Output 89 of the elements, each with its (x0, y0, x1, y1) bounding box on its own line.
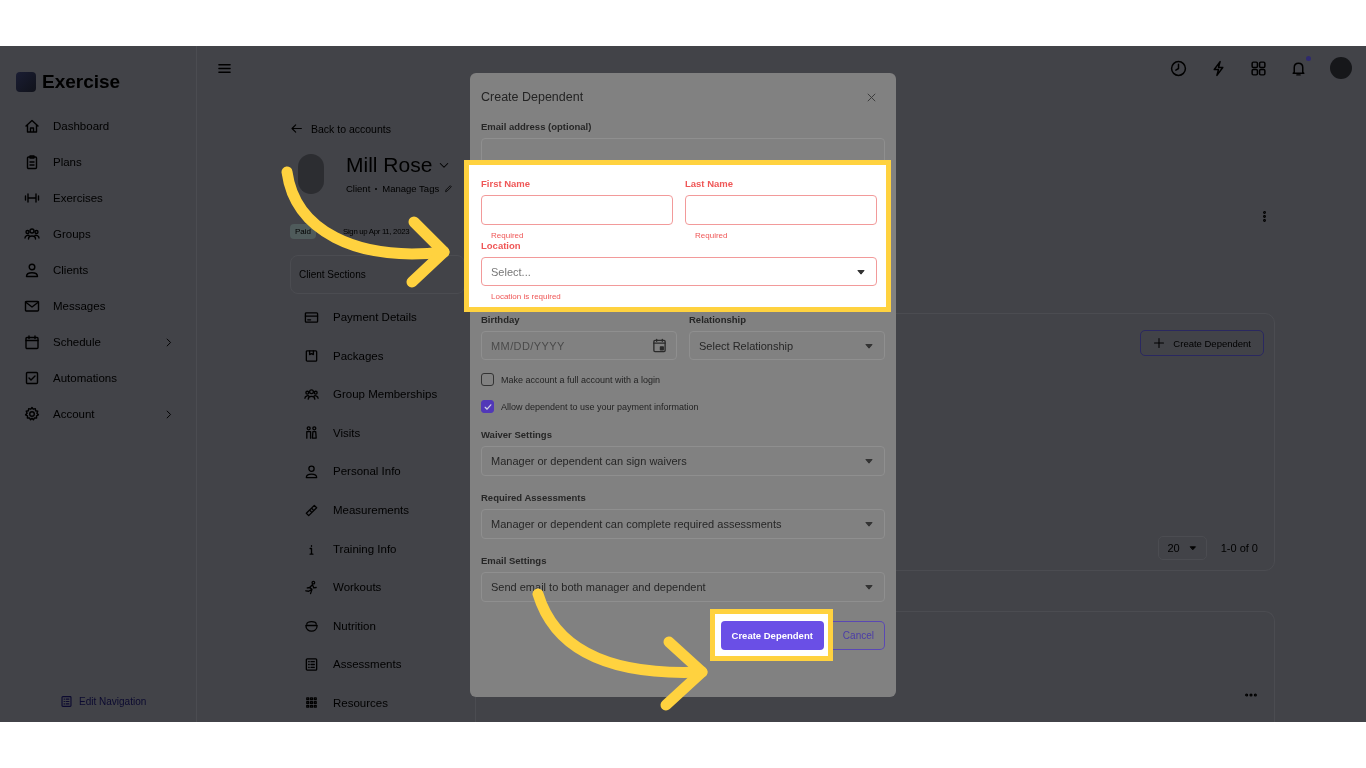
section-item[interactable]: Training Info (290, 529, 465, 568)
edit-navigation-link[interactable]: Edit Navigation (60, 695, 196, 708)
page-size-value: 20 (1167, 542, 1180, 554)
settings-icon (24, 406, 40, 422)
checkbox[interactable] (481, 373, 494, 386)
field-label: First Name (481, 178, 532, 189)
nav-item[interactable]: Dashboard (24, 108, 174, 144)
section-item[interactable]: Group Memberships (290, 375, 465, 414)
pagination-range: 1-0 of 0 (1220, 542, 1258, 554)
clock-icon[interactable] (1170, 59, 1187, 77)
dropdown-select[interactable]: Manager or dependent can complete required assessments (481, 509, 885, 539)
page-size-select[interactable]: 20 (1158, 536, 1207, 560)
location-select[interactable]: Select... (481, 257, 877, 286)
home-icon (24, 118, 40, 134)
ruler-icon (304, 502, 319, 518)
field-label: Birthday (481, 314, 521, 325)
bell-icon[interactable] (1290, 59, 1307, 77)
calendar-icon (24, 334, 40, 350)
logo-icon (16, 72, 36, 92)
field-label: Waiver Settings (481, 429, 553, 440)
client-name: Mill Rose (346, 153, 433, 177)
clipboard-icon (24, 154, 40, 170)
people-icon (304, 386, 319, 402)
section-item[interactable]: Workouts (290, 567, 465, 607)
relationship-select[interactable]: Select Relationship (689, 331, 885, 360)
nav-item[interactable]: Account (24, 396, 174, 432)
manage-tags-link[interactable]: Manage Tags (382, 183, 440, 194)
field-label: Relationship (689, 314, 747, 325)
caret-icon (1187, 543, 1198, 553)
avatar[interactable] (1330, 57, 1352, 79)
field-label: Email Settings (481, 555, 548, 566)
client-role: Client (346, 183, 371, 194)
section-item[interactable]: Measurements (290, 490, 465, 530)
person-icon (24, 262, 40, 278)
envelope-icon (24, 298, 40, 314)
bowl-icon (304, 618, 319, 634)
dialog-title: Create Dependent (481, 90, 584, 104)
grid-icon[interactable] (1250, 59, 1267, 77)
nav-item[interactable]: Schedule (24, 324, 174, 360)
section-item[interactable]: Personal Info (290, 452, 465, 491)
people-icon (24, 226, 40, 242)
error-message: Required (491, 231, 525, 240)
section-item[interactable]: Visits (290, 413, 465, 453)
plus-icon (1153, 337, 1166, 349)
runner-icon (304, 579, 319, 595)
credit-card-icon (304, 309, 319, 325)
nav-item[interactable]: Groups (24, 216, 174, 252)
field-label: Required Assessments (481, 492, 587, 503)
pencil-icon[interactable] (444, 184, 454, 193)
field-label: Last Name (685, 178, 735, 189)
person-icon (304, 463, 319, 479)
create-dependent-button[interactable]: Create Dependent (1140, 330, 1264, 356)
nav-item[interactable]: Clients (24, 252, 174, 288)
section-item[interactable]: Packages (290, 336, 465, 376)
dropdown-select[interactable]: Manager or dependent can sign waivers (481, 446, 885, 476)
nav-item[interactable]: Exercises (24, 180, 174, 216)
section-item[interactable]: Nutrition (290, 606, 465, 645)
checkbox-label: Allow dependent to use your payment information (501, 401, 699, 412)
section-item[interactable]: Payment Details (290, 298, 465, 337)
section-item[interactable]: Resources (290, 683, 465, 722)
dumbbell-icon (24, 190, 40, 206)
list-icon (304, 656, 319, 672)
field-label: Location (481, 240, 522, 251)
logo-text: Exercise (42, 71, 121, 93)
error-message: Required (695, 231, 729, 240)
section-item[interactable]: Assessments (290, 644, 465, 684)
list-icon (60, 695, 73, 708)
grid-icon (304, 695, 319, 711)
back-arrow-icon (290, 122, 303, 135)
nav-item[interactable]: Messages (24, 288, 174, 324)
nav-item[interactable]: Plans (24, 144, 174, 180)
avatar-silhouette (298, 153, 324, 194)
check-icon (482, 401, 493, 412)
nav-item[interactable]: Automations (24, 360, 174, 396)
text-input[interactable] (685, 195, 877, 225)
status-badge: Paid (290, 224, 316, 239)
close-icon[interactable] (866, 91, 877, 103)
text-input[interactable] (481, 195, 673, 225)
checkbox-icon (24, 370, 40, 386)
error-message: Location is required (491, 292, 562, 301)
box-icon (304, 348, 319, 364)
cancel-button[interactable]: Cancel (832, 620, 885, 650)
back-link[interactable]: Back to accounts (290, 122, 465, 135)
checkbox-label: Make account a full account with a login (501, 374, 661, 385)
field-label: Email address (optional) (481, 121, 593, 132)
create-dependent-button[interactable]: Create Dependent (720, 621, 824, 650)
two-people-icon (304, 425, 319, 441)
checkbox[interactable] (481, 400, 494, 413)
calendar-icon[interactable] (652, 338, 667, 353)
